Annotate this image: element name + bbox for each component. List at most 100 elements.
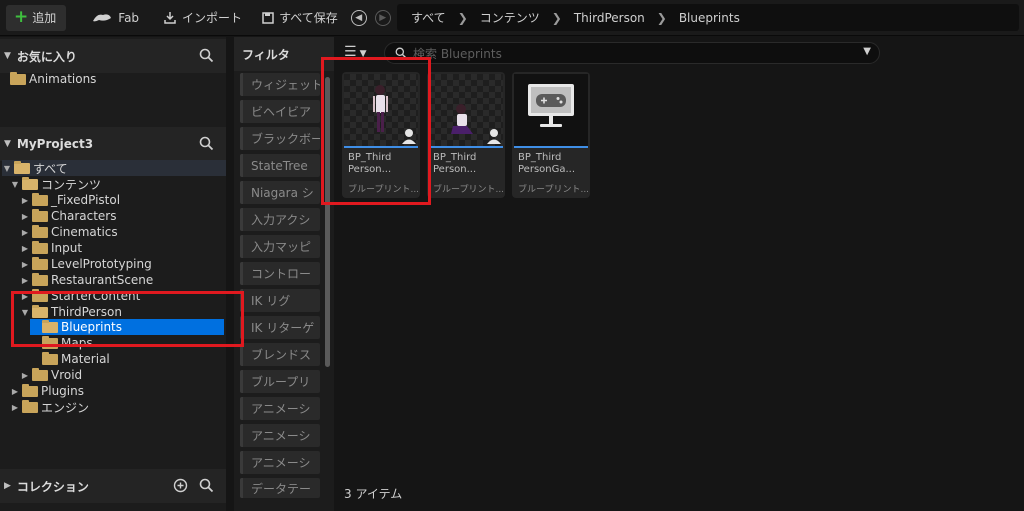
folder-icon [32, 272, 48, 286]
folder-icon [32, 240, 48, 254]
tree-label: すべて [33, 161, 68, 176]
folder-icon [32, 208, 48, 222]
search-icon[interactable] [199, 478, 214, 493]
folder-icon [32, 367, 48, 381]
caret-right-icon[interactable]: ▶ [10, 403, 20, 412]
add-collection-icon[interactable] [173, 478, 188, 493]
tree-label: Vroid [51, 368, 83, 382]
caret-down-icon[interactable]: ▼ [2, 164, 12, 173]
filter-item[interactable]: アニメーシ [240, 424, 320, 447]
folder-icon [10, 71, 26, 85]
folder-icon [22, 383, 38, 397]
tree-label: RestaurantScene [51, 273, 154, 287]
filter-item[interactable]: 入力マッピ [240, 235, 320, 258]
filter-item[interactable]: ビヘイビア [240, 100, 320, 123]
chevron-down-icon[interactable]: ▼ [863, 46, 871, 57]
tree-item-characters[interactable]: ▶ Characters [20, 208, 117, 224]
favorite-item-animations[interactable]: Animations [10, 71, 96, 87]
caret-down-icon[interactable]: ▼ [4, 51, 11, 61]
filter-item[interactable]: コントロー [240, 262, 320, 285]
search-input[interactable]: 検索 Blueprints ▼ [384, 42, 880, 64]
filter-item[interactable]: IK リターゲ [240, 316, 320, 339]
asset-thumbnail [429, 74, 503, 146]
filter-title: フィルタ [242, 47, 290, 62]
caret-down-icon[interactable]: ▼ [4, 139, 11, 149]
folder-icon [32, 256, 48, 270]
tree-label: Input [51, 241, 83, 255]
highlight-box-tree [11, 291, 244, 347]
tree-item-vroid[interactable]: ▶ Vroid [20, 367, 82, 383]
sources-panel: ▼ お気に入り Animations ▼ MyProject3 ▼ すべて ▼ コン… [0, 37, 226, 511]
tree-item-cinematics[interactable]: ▶ Cinematics [20, 224, 118, 240]
project-header[interactable]: ▼ MyProject3 [0, 127, 226, 161]
filter-item[interactable]: Niagara シ [240, 181, 320, 204]
caret-right-icon[interactable]: ▶ [20, 371, 30, 380]
caret-right-icon[interactable]: ▶ [20, 196, 30, 205]
fab-button[interactable]: Fab [84, 5, 146, 31]
caret-right-icon[interactable]: ▶ [20, 260, 30, 269]
filter-item[interactable]: ブレンドス [240, 343, 320, 366]
folder-open-icon [22, 176, 38, 190]
asset-type: ブループリント... [518, 185, 590, 195]
tree-label: Characters [51, 209, 117, 223]
favorites-header[interactable]: ▼ お気に入り [0, 39, 226, 73]
chevron-right-icon[interactable]: ❯ [458, 11, 468, 25]
asset-name: BP_Third PersonGa... [518, 152, 576, 175]
filter-item[interactable]: ブラックボー [240, 127, 320, 150]
filter-item[interactable]: ウィジェット [240, 73, 320, 96]
tree-item-material[interactable]: Material [42, 351, 110, 367]
tree-item-all[interactable]: ▼ すべて [2, 160, 226, 176]
caret-right-icon[interactable]: ▶ [4, 481, 11, 491]
tree-item-engine[interactable]: ▶ エンジン [10, 399, 89, 415]
filter-item[interactable]: ブループリ [240, 370, 320, 393]
import-label: インポート [182, 11, 243, 25]
asset-name: BP_Third Person... [433, 152, 477, 175]
breadcrumb-item-blueprints[interactable]: Blueprints [679, 11, 740, 25]
import-icon [164, 11, 176, 24]
fab-label: Fab [118, 10, 140, 25]
asset-tile[interactable]: BP_Third Person... ブループリント... [427, 72, 505, 198]
breadcrumb-item-content[interactable]: コンテンツ [480, 9, 540, 26]
folder-open-icon [14, 160, 30, 174]
caret-right-icon[interactable]: ▶ [20, 276, 30, 285]
filter-item[interactable]: アニメーシ [240, 397, 320, 420]
caret-right-icon[interactable]: ▶ [20, 212, 30, 221]
tree-item-input[interactable]: ▶ Input [20, 240, 82, 256]
chevron-right-icon[interactable]: ❯ [657, 11, 667, 25]
caret-right-icon[interactable]: ▶ [10, 387, 20, 396]
tree-item-restaurantscene[interactable]: ▶ RestaurantScene [20, 272, 153, 288]
add-button-label: 追加 [32, 11, 57, 25]
add-button[interactable]: + 追加 [6, 4, 67, 31]
tree-label: _FixedPistol [51, 193, 121, 207]
filter-item[interactable]: StateTree [240, 154, 320, 177]
tree-label: コンテンツ [41, 177, 102, 192]
forward-icon[interactable]: ▶ [374, 9, 391, 26]
breadcrumb-item-thirdperson[interactable]: ThirdPerson [574, 11, 645, 25]
caret-down-icon[interactable]: ▼ [10, 180, 20, 189]
back-icon[interactable]: ◀ [350, 9, 367, 26]
caret-right-icon[interactable]: ▶ [20, 244, 30, 253]
save-all-button[interactable]: すべて保存 [255, 5, 345, 31]
tree-item-content[interactable]: ▼ コンテンツ [10, 176, 101, 192]
asset-tile[interactable]: BP_Third PersonGa... ブループリント... [512, 72, 590, 198]
character-icon [451, 104, 501, 144]
chevron-right-icon[interactable]: ❯ [552, 11, 562, 25]
filter-item[interactable]: IK リグ [240, 289, 320, 312]
breadcrumb-item-all[interactable]: すべて [411, 9, 446, 26]
tree-item-fixedpistol[interactable]: ▶ _FixedPistol [20, 192, 120, 208]
search-icon[interactable] [199, 48, 214, 63]
filter-item[interactable]: データテー [240, 478, 320, 498]
tree-label: Material [61, 352, 110, 366]
caret-right-icon[interactable]: ▶ [20, 228, 30, 237]
search-icon[interactable] [199, 136, 214, 151]
import-button[interactable]: インポート [156, 5, 249, 31]
tree-item-levelprototyping[interactable]: ▶ LevelPrototyping [20, 256, 152, 272]
highlight-box-asset [321, 57, 431, 205]
plus-icon: + [14, 7, 29, 27]
tree-item-plugins[interactable]: ▶ Plugins [10, 383, 84, 399]
collections-header[interactable]: ▶ コレクション [0, 469, 226, 503]
tree-label: エンジン [41, 400, 90, 415]
filter-panel: フィルタ ウィジェット ビヘイビア ブラックボー StateTree Niaga… [234, 37, 334, 511]
filter-item[interactable]: 入力アクシ [240, 208, 320, 231]
filter-item[interactable]: アニメーシ [240, 451, 320, 474]
